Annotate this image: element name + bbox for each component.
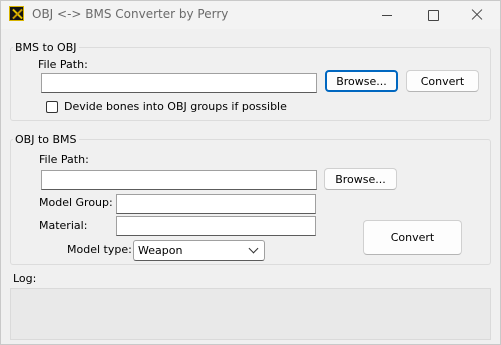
model-type-select[interactable]: Weapon xyxy=(133,240,265,261)
checkbox-box[interactable] xyxy=(46,100,58,113)
title-bar[interactable]: OBJ <-> BMS Converter by Perry xyxy=(1,1,500,29)
obj-browse-button[interactable]: Browse... xyxy=(324,168,397,190)
model-group-label: Model Group: xyxy=(39,196,113,209)
bms-browse-button[interactable]: Browse... xyxy=(325,70,398,92)
model-type-label: Model type: xyxy=(67,243,132,256)
devide-bones-checkbox[interactable]: Devide bones into OBJ groups if possible xyxy=(46,100,287,113)
chevron-down-icon xyxy=(248,243,259,254)
devide-bones-label: Devide bones into OBJ groups if possible xyxy=(64,100,287,113)
app-window: OBJ <-> BMS Converter by Perry BMS to OB… xyxy=(0,0,501,345)
obj-file-path-label: File Path: xyxy=(39,153,89,166)
app-icon xyxy=(9,6,24,21)
window-title: OBJ <-> BMS Converter by Perry xyxy=(32,7,229,21)
minimize-button[interactable] xyxy=(364,1,410,29)
maximize-button[interactable] xyxy=(410,1,456,29)
material-label: Material: xyxy=(39,219,88,232)
bms-convert-button[interactable]: Convert xyxy=(406,70,479,92)
obj-convert-button[interactable]: Convert xyxy=(363,220,462,255)
obj-to-bms-group-label: OBJ to BMS xyxy=(15,133,77,146)
obj-file-path-input[interactable] xyxy=(41,170,317,190)
log-label: Log: xyxy=(13,272,37,285)
model-type-value: Weapon xyxy=(138,244,183,257)
close-button[interactable] xyxy=(454,1,500,29)
maximize-icon xyxy=(427,9,439,21)
model-group-input[interactable] xyxy=(116,194,316,214)
close-icon xyxy=(471,9,483,21)
minimize-icon xyxy=(382,14,392,16)
bms-to-obj-group-label: BMS to OBJ xyxy=(15,41,77,54)
bms-file-path-label: File Path: xyxy=(38,58,88,71)
log-textarea[interactable] xyxy=(10,288,491,340)
bms-file-path-input[interactable] xyxy=(41,73,317,93)
material-input[interactable] xyxy=(116,216,316,236)
